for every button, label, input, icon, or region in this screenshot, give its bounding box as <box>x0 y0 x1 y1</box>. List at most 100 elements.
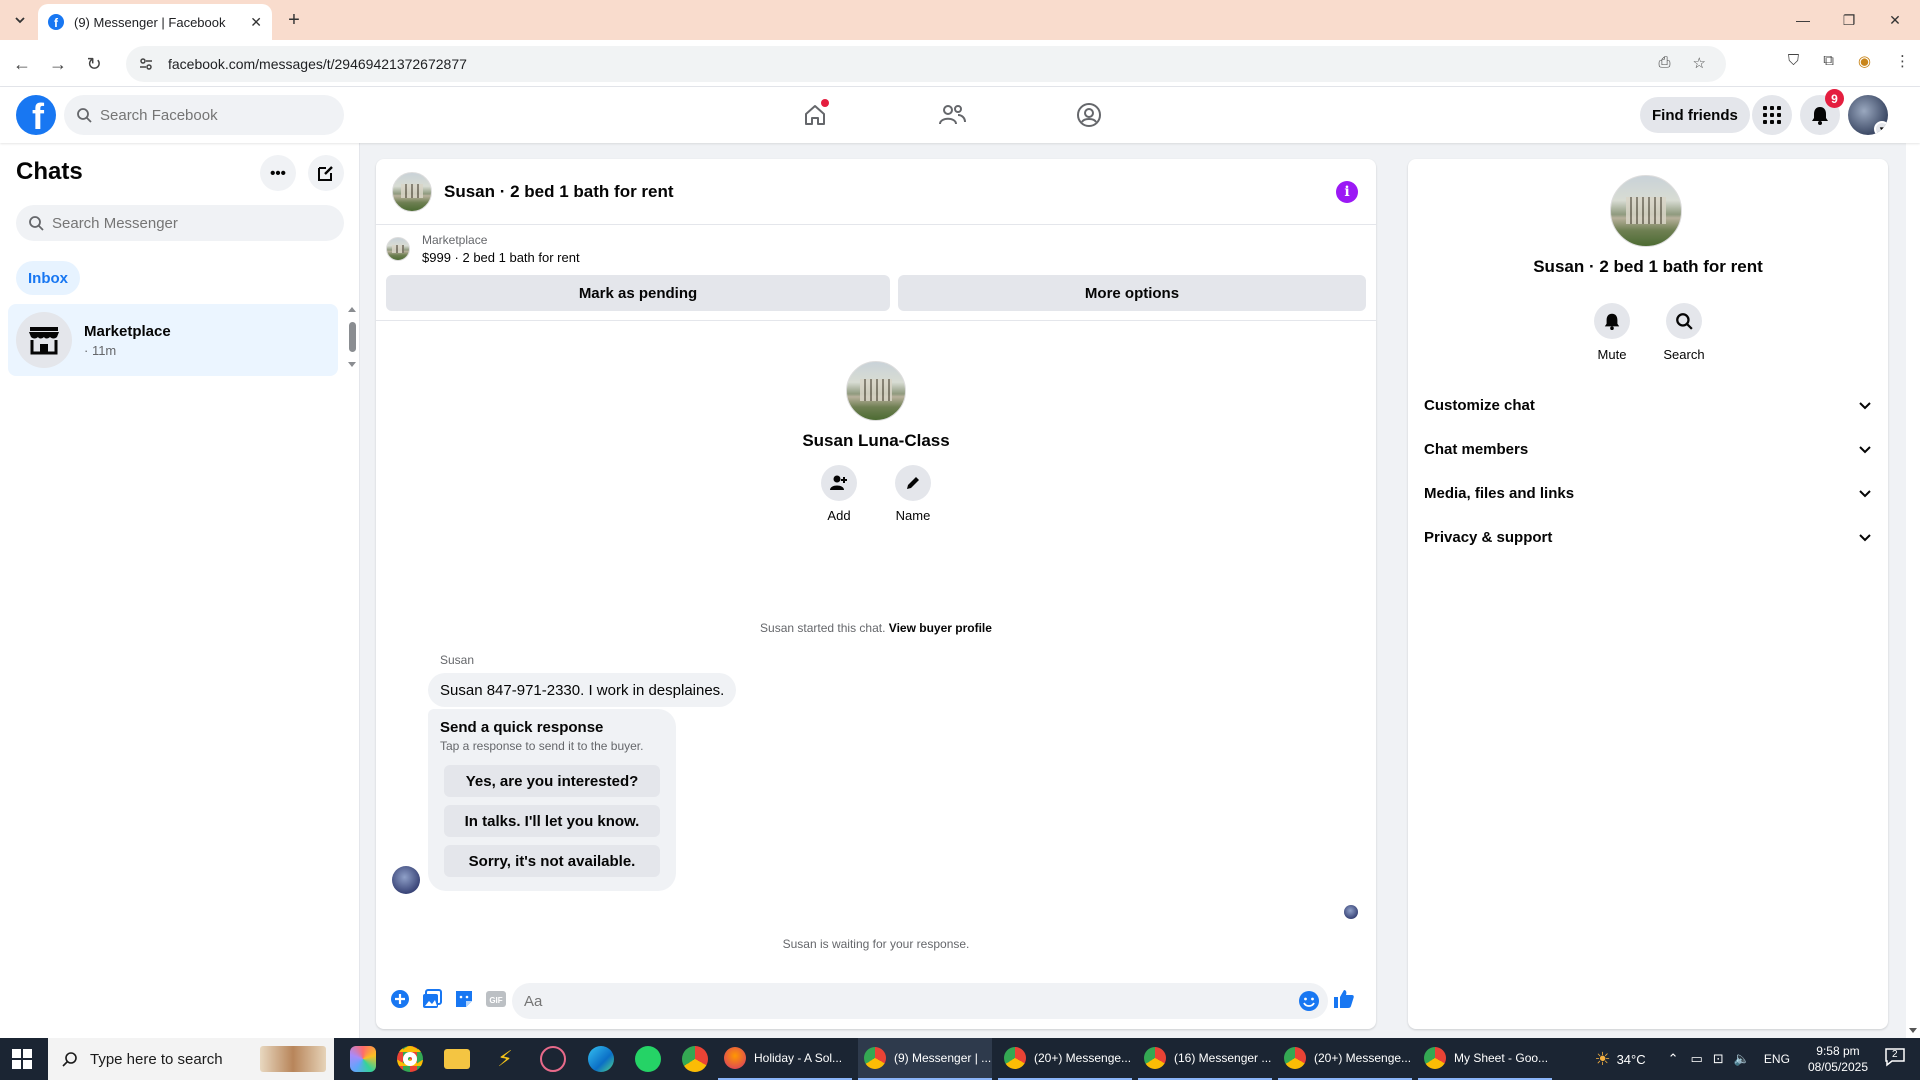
conversation-title[interactable]: Susan · 2 bed 1 bath for rent <box>444 182 674 202</box>
mark-as-pending-button[interactable]: Mark as pending <box>386 275 890 311</box>
taskbar-search-box[interactable]: Type here to search <box>48 1038 334 1080</box>
profile-icon[interactable]: ◉ <box>1858 52 1871 70</box>
info-listing-avatar[interactable] <box>1610 175 1682 247</box>
tab-search-dropdown[interactable] <box>8 8 32 32</box>
file-explorer-icon[interactable] <box>444 1049 470 1069</box>
clock[interactable]: 9:58 pm 08/05/2025 <box>1808 1043 1868 1075</box>
search-in-conversation-button[interactable]: Search <box>1663 303 1705 362</box>
minimize-button[interactable]: — <box>1780 6 1826 34</box>
messenger-search-input[interactable] <box>52 214 252 232</box>
message-input[interactable] <box>524 992 1298 1010</box>
volume-icon[interactable]: 🔈 <box>1734 1051 1750 1067</box>
bookmark-star-icon[interactable]: ☆ <box>1693 54 1706 72</box>
quick-response-not-available[interactable]: Sorry, it's not available. <box>444 845 660 877</box>
browser-tab-messenger[interactable]: f (9) Messenger | Facebook ✕ <box>38 4 272 40</box>
gif-button[interactable]: GIF <box>480 983 512 1015</box>
taskbar-app-holiday[interactable]: Holiday - A Sol... <box>718 1038 852 1080</box>
taskbar-app-messenger-20b[interactable]: (20+) Messenge... <box>1278 1038 1412 1080</box>
new-message-button[interactable] <box>308 155 344 191</box>
power-automate-icon[interactable]: ⚡ <box>492 1046 518 1072</box>
scroll-thumb[interactable] <box>349 322 356 352</box>
close-tab-icon[interactable]: ✕ <box>250 14 262 31</box>
mute-button[interactable]: Mute <box>1592 303 1632 362</box>
reload-button[interactable]: ↻ <box>80 50 108 78</box>
taskbar-app-messenger-20a[interactable]: (20+) Messenge... <box>998 1038 1132 1080</box>
conversation-info-icon[interactable]: i <box>1336 181 1358 203</box>
facebook-logo-icon[interactable]: f <box>16 95 56 135</box>
shield-extension-icon[interactable]: ⛉ <box>1788 52 1799 70</box>
chat-members-section[interactable]: Chat members <box>1416 427 1880 471</box>
temperature[interactable]: 34°C <box>1617 1052 1646 1067</box>
customize-chat-section[interactable]: Customize chat <box>1416 383 1880 427</box>
taskbar-app-messenger-16[interactable]: (16) Messenger ... <box>1138 1038 1272 1080</box>
chats-options-button[interactable]: ••• <box>260 155 296 191</box>
listing-summary[interactable]: Marketplace $999 · 2 bed 1 bath for rent <box>386 233 580 265</box>
url-text: facebook.com/messages/t/2946942137267287… <box>168 56 467 72</box>
notifications-button[interactable]: 9 <box>1800 89 1844 135</box>
messenger-search-box[interactable] <box>16 205 344 241</box>
nav-home[interactable] <box>785 87 845 143</box>
chat-list-scrollbar[interactable] <box>346 304 358 370</box>
notification-center[interactable]: 2 <box>1884 1047 1908 1071</box>
more-actions-button[interactable] <box>384 983 416 1015</box>
site-info-icon[interactable] <box>138 56 154 72</box>
device-icon[interactable]: ▭ <box>1691 1051 1703 1067</box>
restore-button[interactable]: ❐ <box>1826 6 1872 34</box>
network-icon[interactable]: ⊡ <box>1713 1051 1724 1067</box>
listing-thumbnail[interactable] <box>392 171 432 212</box>
install-app-icon[interactable]: ⎙ <box>1659 54 1671 72</box>
sticker-button[interactable] <box>448 983 480 1015</box>
inbox-tab[interactable]: Inbox <box>16 261 80 295</box>
windows-start-icon[interactable] <box>12 1049 32 1069</box>
page-scrollbar[interactable] <box>1906 87 1920 1038</box>
chat-info-panel: Susan · 2 bed 1 bath for rent Mute Searc… <box>1392 143 1920 1038</box>
emoji-icon[interactable] <box>1298 990 1320 1012</box>
message-input-box[interactable] <box>512 983 1328 1019</box>
edge-icon[interactable] <box>588 1046 614 1072</box>
quick-response-interested[interactable]: Yes, are you interested? <box>444 765 660 797</box>
find-friends-button[interactable]: Find friends <box>1640 97 1750 133</box>
taskbar-app-my-sheet[interactable]: My Sheet - Goo... <box>1418 1038 1552 1080</box>
account-avatar[interactable]: ▾ <box>1848 95 1888 135</box>
edit-name-button[interactable]: Name <box>895 465 931 523</box>
contact-avatar[interactable] <box>846 361 906 421</box>
kebab-menu-icon[interactable]: ⋮ <box>1895 52 1910 70</box>
copilot-icon[interactable] <box>350 1046 376 1072</box>
sender-avatar[interactable] <box>392 866 420 894</box>
view-buyer-profile-link[interactable]: View buyer profile <box>889 621 992 635</box>
close-window-button[interactable]: ✕ <box>1872 6 1918 34</box>
scroll-up-icon[interactable] <box>346 304 358 314</box>
attach-photo-button[interactable] <box>416 983 448 1015</box>
chrome-icon[interactable] <box>397 1046 423 1072</box>
menu-button[interactable] <box>1752 95 1792 135</box>
clock-date: 08/05/2025 <box>1807 1060 1868 1074</box>
address-bar[interactable]: facebook.com/messages/t/2946942137267287… <box>126 46 1726 82</box>
tray-overflow-icon[interactable]: ⌃ <box>1668 1051 1679 1067</box>
clock-time: 9:58 pm <box>1816 1044 1860 1058</box>
privacy-support-section[interactable]: Privacy & support <box>1416 515 1880 559</box>
chat-list-item[interactable]: Marketplace · 11m <box>8 304 338 376</box>
nav-groups[interactable] <box>1059 87 1119 143</box>
new-tab-button[interactable]: + <box>282 8 306 32</box>
facebook-search-input[interactable] <box>100 106 300 124</box>
send-like-button[interactable] <box>1328 983 1360 1015</box>
quick-response-in-talks[interactable]: In talks. I'll let you know. <box>444 805 660 837</box>
more-options-button[interactable]: More options <box>898 275 1366 311</box>
nav-friends[interactable] <box>922 87 982 143</box>
facebook-search-box[interactable] <box>64 95 344 135</box>
chrome-profile-icon[interactable] <box>682 1046 708 1072</box>
scroll-down-icon[interactable] <box>1906 1026 1920 1036</box>
weather-icon[interactable]: ☀ <box>1594 1049 1610 1070</box>
snipping-tool-icon[interactable] <box>540 1046 566 1072</box>
message-bubble[interactable]: Susan 847-971-2330. I work in desplaines… <box>428 673 737 707</box>
back-button[interactable]: ← <box>8 50 36 78</box>
media-files-links-section[interactable]: Media, files and links <box>1416 471 1880 515</box>
system-tray: ☀ 34°C ⌃ ▭ ⊡ 🔈 ENG 9:58 pm 08/05/2025 2 <box>1594 1038 1920 1080</box>
language-indicator[interactable]: ENG <box>1764 1052 1790 1066</box>
puzzle-extensions-icon[interactable]: ⧉ <box>1823 52 1834 70</box>
whatsapp-icon[interactable] <box>635 1046 661 1072</box>
taskbar-app-messenger-9[interactable]: (9) Messenger | ... <box>858 1038 992 1080</box>
add-people-button[interactable]: Add <box>821 465 857 523</box>
scroll-down-icon[interactable] <box>346 360 358 370</box>
forward-button[interactable]: → <box>44 50 72 78</box>
